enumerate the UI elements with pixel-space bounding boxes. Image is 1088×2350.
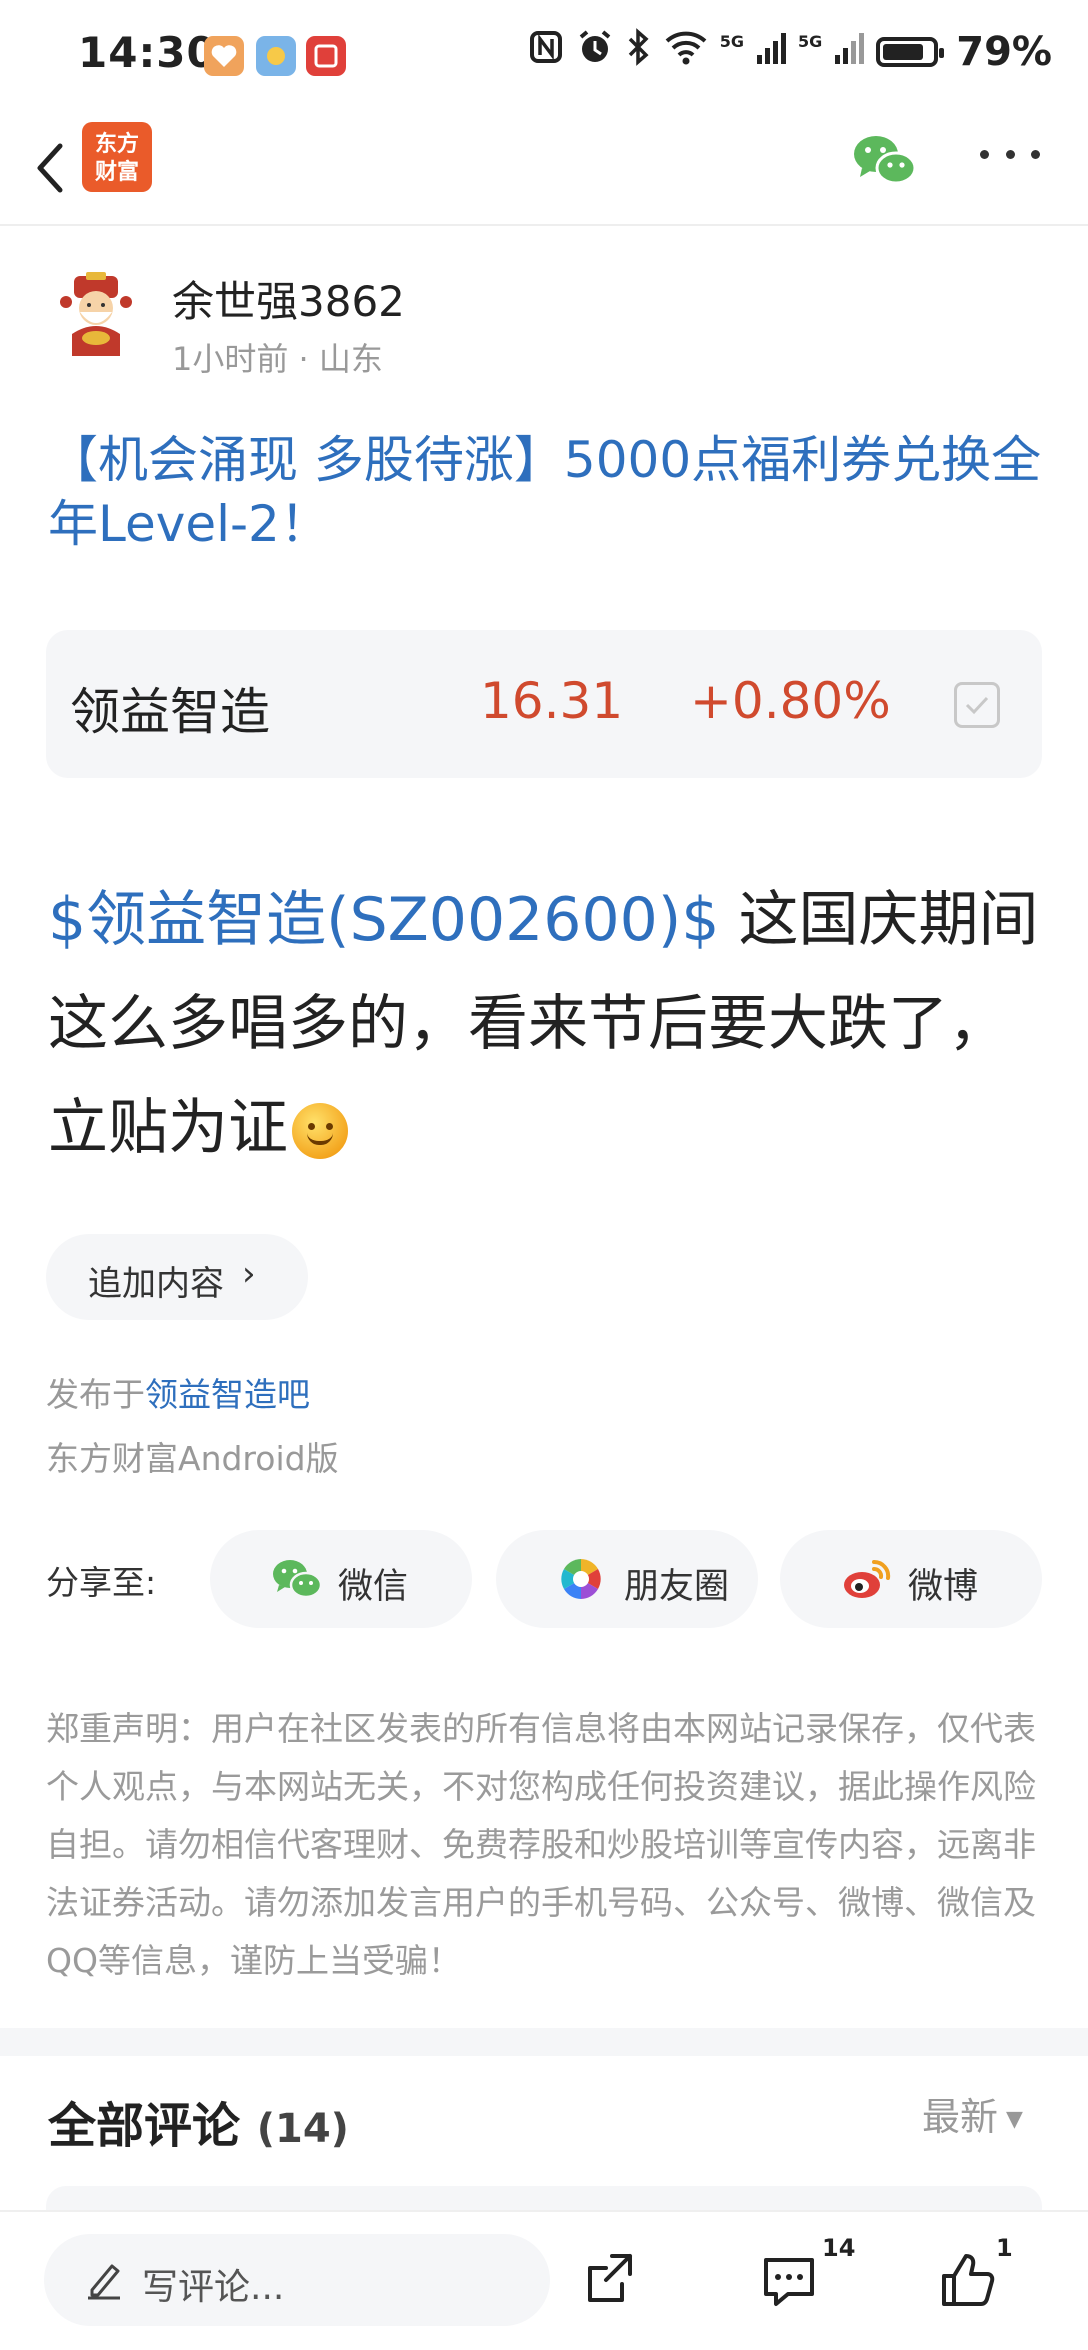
caret-down-icon: ▼ [1006, 2107, 1023, 2132]
share-wechat-button[interactable]: 微信 [210, 1530, 472, 1628]
like-icon[interactable] [936, 2248, 1000, 2312]
stock-name: 领益智造 [70, 683, 270, 741]
avatar[interactable] [56, 272, 136, 358]
author-name[interactable]: 余世强3862 [172, 268, 405, 329]
wechat-share-icon[interactable] [852, 130, 918, 190]
share-moments-label: 朋友圈 [624, 1567, 730, 1607]
moments-icon [558, 1556, 608, 1602]
add-content-label: 追加内容 [88, 1264, 224, 1304]
signal-icon-2 [834, 29, 865, 75]
share-icon[interactable] [578, 2248, 642, 2312]
chevron-right-icon: › [242, 1254, 256, 1294]
comment-count-badge: 14 [822, 2234, 856, 2262]
pencil-icon [84, 2258, 124, 2302]
stock-card[interactable]: 领益智造 16.31 +0.80% [46, 630, 1042, 778]
signal-icon-1 [756, 29, 786, 75]
comment-input[interactable]: 写评论... [44, 2234, 550, 2326]
share-weibo-button[interactable]: 微博 [780, 1530, 1042, 1628]
forum-link[interactable]: 领益智造吧 [145, 1375, 310, 1414]
published-prefix: 发布于 [46, 1375, 145, 1414]
comment-icon[interactable] [758, 2248, 822, 2312]
brand-logo-line1: 东方 [94, 131, 139, 157]
stock-change: +0.80% [690, 672, 891, 730]
brand-logo[interactable]: 东方 财富 [82, 122, 152, 192]
add-watchlist-checkbox[interactable] [954, 682, 1000, 728]
share-weibo-label: 微博 [908, 1567, 979, 1607]
like-count-badge: 1 [996, 2234, 1013, 2262]
weibo-icon [842, 1556, 892, 1602]
alarm-icon [576, 28, 614, 75]
smiley-emoji-icon [292, 1103, 348, 1160]
bottom-bar: 写评论... 14 1 [0, 2210, 1088, 2350]
post-body: $领益智造(SZ002600)$ 这国庆期间这么多唱多的，看来节后要大跌了，立贴… [48, 868, 1048, 1180]
add-content-button[interactable]: 追加内容 › [46, 1234, 308, 1320]
status-indicators: 5G 5G 79% [528, 28, 1052, 75]
sort-label: 最新 [922, 2095, 999, 2139]
share-wechat-label: 微信 [338, 1567, 409, 1607]
comments-header: 全部评论 (14) [48, 2086, 349, 2156]
nav-bar: 东方 财富 [0, 110, 1088, 226]
network-label-2: 5G [797, 31, 823, 51]
post-title-link[interactable]: 【机会涌现 多股待涨】5000点福利券兑换全年Level-2！ [48, 428, 1048, 556]
wechat-icon [272, 1556, 323, 1602]
stock-price: 16.31 [480, 672, 624, 730]
app-notification-icon-2 [306, 36, 346, 76]
comments-count: (14) [256, 2106, 349, 2152]
comments-title: 全部评论 [48, 2098, 241, 2154]
wifi-icon [664, 29, 708, 74]
post-meta: 1小时前 · 山东 [172, 340, 383, 378]
app-notification-icon [204, 36, 244, 76]
more-icon[interactable] [980, 150, 1040, 170]
sort-dropdown[interactable]: 最新 ▼ [922, 2086, 1023, 2141]
status-bar: 14:30 5G 5G 79% [0, 0, 1088, 110]
brand-logo-line2: 财富 [94, 159, 139, 185]
comment-placeholder: 写评论... [142, 2267, 285, 2308]
client-source: 东方财富Android版 [46, 1439, 339, 1478]
back-icon[interactable] [22, 124, 82, 204]
network-label-1: 5G [719, 31, 744, 51]
status-time: 14:30 [78, 28, 217, 77]
nfc-icon [528, 29, 564, 74]
battery-icon [876, 36, 945, 67]
battery-percent: 79% [956, 28, 1052, 75]
section-divider [0, 2028, 1088, 2056]
share-moments-button[interactable]: 朋友圈 [496, 1530, 758, 1628]
bluetooth-icon [626, 28, 652, 75]
stock-mention-link[interactable]: $领益智造(SZ002600)$ [48, 885, 719, 955]
disclaimer-text: 郑重声明：用户在社区发表的所有信息将由本网站记录保存，仅代表个人观点，与本网站无… [46, 1709, 1036, 1980]
weather-notification-icon [256, 36, 296, 76]
published-in: 发布于领益智造吧 [46, 1368, 310, 1416]
share-label: 分享至: [46, 1563, 157, 1602]
